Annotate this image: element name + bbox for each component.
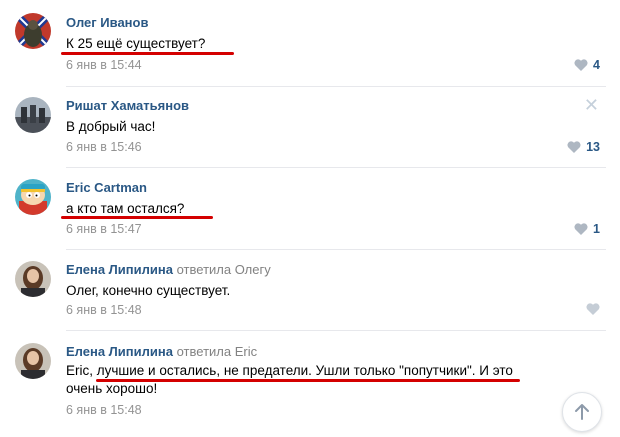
highlight-underline [61, 52, 234, 55]
divider [66, 249, 606, 250]
reply-to-link[interactable]: ответила Олегу [177, 262, 271, 277]
author-name[interactable]: Елена Липилина [66, 262, 173, 277]
close-icon[interactable]: ✕ [584, 96, 599, 114]
like-button[interactable] [586, 303, 600, 315]
avatar[interactable] [15, 179, 51, 215]
author-name[interactable]: Ришат Хаматьянов [66, 98, 189, 113]
comment-author[interactable]: Елена Липилина ответила Eric [66, 344, 257, 359]
comment-text: В добрый час! [66, 119, 156, 134]
comment-date[interactable]: 6 янв в 15:48 [66, 403, 142, 417]
comment-author[interactable]: Ришат Хаматьянов [66, 98, 189, 113]
avatar[interactable] [15, 343, 51, 379]
divider [66, 167, 606, 168]
comment-date[interactable]: 6 янв в 15:46 [66, 140, 142, 154]
reply-to-link[interactable]: ответила Eric [177, 344, 258, 359]
divider [66, 86, 606, 87]
arrow-up-icon [575, 404, 589, 420]
like-count: 13 [586, 140, 600, 154]
highlight-underline [61, 216, 213, 219]
comment-text-line-1: Eric, лучшие и остались, не предатели. У… [66, 363, 513, 378]
like-button[interactable]: 1 [574, 222, 600, 236]
heart-icon [574, 59, 588, 71]
comment-date[interactable]: 6 янв в 15:47 [66, 222, 142, 236]
comment-author[interactable]: Елена Липилина ответила Олегу [66, 262, 271, 277]
heart-icon [567, 141, 581, 153]
comment-date[interactable]: 6 янв в 15:48 [66, 303, 142, 317]
comment-date[interactable]: 6 янв в 15:44 [66, 58, 142, 72]
divider [66, 330, 606, 331]
heart-icon [574, 223, 588, 235]
author-name[interactable]: Eric Cartman [66, 180, 147, 195]
highlight-underline [96, 379, 520, 382]
author-name[interactable]: Елена Липилина [66, 344, 173, 359]
like-count: 4 [593, 58, 600, 72]
heart-icon [586, 303, 600, 315]
scroll-up-button[interactable] [562, 392, 602, 432]
comment-text: Олег, конечно существует. [66, 283, 231, 298]
author-name[interactable]: Олег Иванов [66, 15, 148, 30]
like-button[interactable]: 4 [574, 58, 600, 72]
avatar[interactable] [15, 13, 51, 49]
comment-author[interactable]: Eric Cartman [66, 180, 147, 195]
comment-author[interactable]: Олег Иванов [66, 15, 148, 30]
avatar[interactable] [15, 97, 51, 133]
like-count: 1 [593, 222, 600, 236]
avatar[interactable] [15, 261, 51, 297]
comment-text-line-2: очень хорошо! [66, 381, 158, 396]
like-button[interactable]: 13 [567, 140, 600, 154]
comment-text: К 25 ещё существует? [66, 36, 206, 51]
